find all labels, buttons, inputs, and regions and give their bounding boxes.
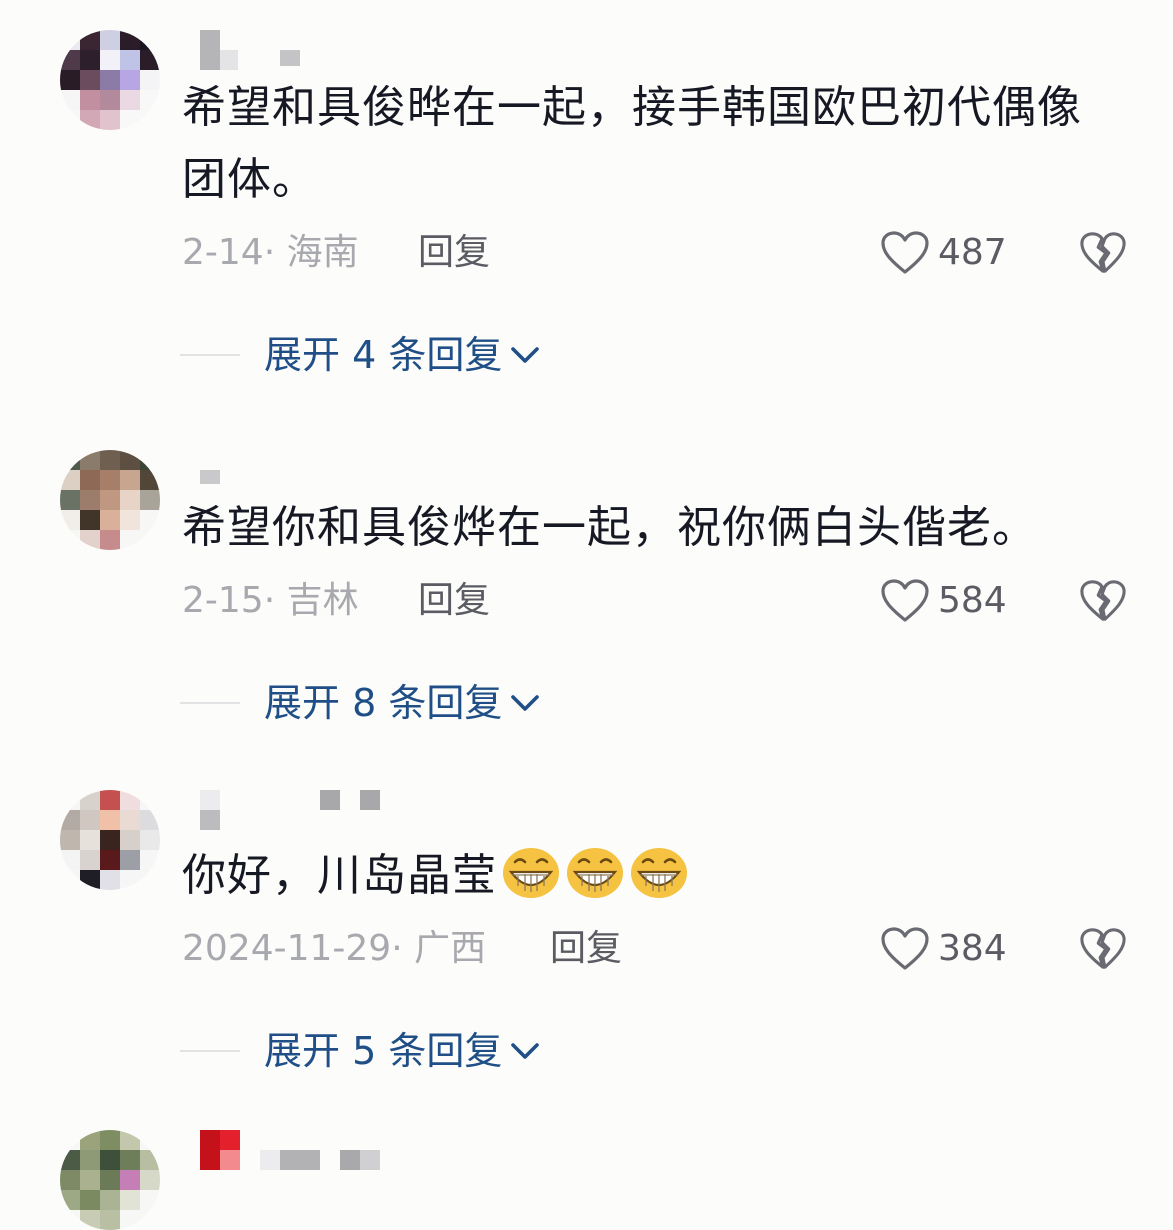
comment-date-location: 2024-11-29· 广西 (182, 928, 487, 969)
like-count: 487 (938, 232, 1007, 273)
dislike-button[interactable] (1078, 228, 1128, 278)
expand-replies-label: 展开 5 条回复 (264, 1029, 503, 1073)
grinning-face-icon (503, 848, 559, 898)
like-count: 384 (938, 928, 1007, 969)
comment-meta: 2-15· 吉林 回复 584 (182, 576, 1142, 626)
comment-text: 你好，川岛晶莹 (182, 840, 1112, 912)
comment-date-location: 2-14· 海南 (182, 232, 359, 273)
like-button[interactable]: 384 (880, 924, 1007, 974)
expand-replies-label: 展开 4 条回复 (264, 333, 503, 377)
dislike-button[interactable] (1078, 924, 1128, 974)
like-count: 584 (938, 580, 1007, 621)
avatar[interactable] (60, 1130, 160, 1230)
chevron-down-icon (511, 695, 540, 711)
broken-heart-icon (1080, 928, 1126, 969)
comment-text: 希望和具俊晔在一起，接手韩国欧巴初代偶像团体。 (182, 82, 1082, 205)
divider (180, 702, 240, 704)
comment-date-location: 2-15· 吉林 (182, 580, 359, 621)
reply-button[interactable]: 回复 (418, 228, 490, 278)
comment-meta: 2024-11-29· 广西 回复 384 (182, 924, 1142, 974)
grinning-face-icon (631, 848, 687, 898)
grinning-face-icon (567, 848, 623, 898)
like-button[interactable]: 487 (880, 228, 1007, 278)
reply-button[interactable]: 回复 (550, 924, 622, 974)
chevron-down-icon (511, 347, 540, 363)
avatar[interactable] (60, 450, 160, 550)
heart-outline-icon (881, 579, 929, 622)
comment-text-body: 你好，川岛晶莹 (182, 850, 497, 901)
like-button[interactable]: 584 (880, 576, 1007, 626)
dislike-button[interactable] (1078, 576, 1128, 626)
avatar[interactable] (60, 790, 160, 890)
heart-outline-icon (881, 927, 929, 970)
avatar[interactable] (60, 30, 160, 130)
broken-heart-icon (1080, 580, 1126, 621)
divider (180, 1050, 240, 1052)
expand-replies[interactable]: 展开 5 条回复 (180, 1026, 542, 1076)
heart-outline-icon (881, 231, 929, 274)
comment-text: 希望你和具俊烨在一起，祝你俩白头偕老。 (182, 502, 1037, 553)
expand-replies[interactable]: 展开 4 条回复 (180, 330, 542, 380)
chevron-down-icon (511, 1043, 540, 1059)
expand-replies-label: 展开 8 条回复 (264, 681, 503, 725)
divider (180, 354, 240, 356)
reply-button[interactable]: 回复 (418, 576, 490, 626)
comment-meta: 2-14· 海南 回复 487 (182, 228, 1142, 278)
expand-replies[interactable]: 展开 8 条回复 (180, 678, 542, 728)
broken-heart-icon (1080, 232, 1126, 273)
